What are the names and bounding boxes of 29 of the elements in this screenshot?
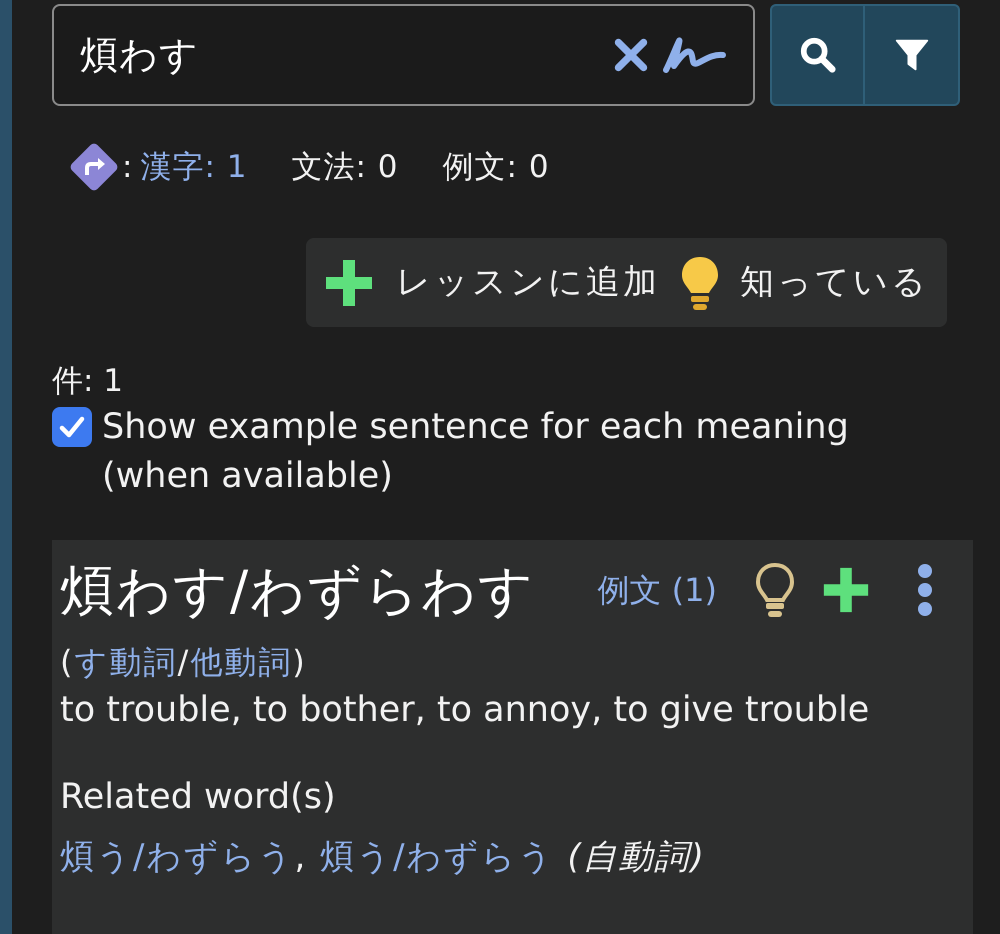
entry-title: 煩わす/わずらわす	[60, 558, 536, 624]
part-of-speech-link[interactable]: 他動詞	[190, 642, 292, 682]
definition-text: to trouble, to bother, to annoy, to give trouble	[60, 689, 870, 732]
option-label: Show example sentence for each meaning (when available)	[102, 406, 850, 498]
clear-icon[interactable]	[613, 37, 649, 73]
search-field[interactable]: 煩わす	[52, 4, 755, 106]
related-heading: Related word(s)	[60, 776, 336, 819]
add-to-lesson-button[interactable]: レッスンに追加	[322, 256, 660, 310]
handwriting-icon[interactable]	[661, 35, 727, 75]
related-word-link[interactable]: 煩う/わずらう	[320, 835, 555, 879]
search-button[interactable]	[770, 4, 865, 106]
count-link[interactable]: 漢字: 1	[140, 144, 248, 190]
part-of-speech-text: (す動詞/他動詞)	[60, 642, 307, 682]
result-count: 件: 1	[52, 363, 124, 399]
more-icon[interactable]	[915, 563, 935, 617]
separator-text: :	[122, 148, 132, 187]
known-button[interactable]: 知っている	[680, 254, 929, 310]
related-word-link[interactable]: 煩う/わずらう	[60, 835, 294, 879]
related-words-text: 煩う/わずらう, 煩う/わずらう (自動詞)	[60, 835, 706, 879]
count-label: 例文: 0	[442, 148, 550, 187]
filter-button[interactable]	[865, 4, 960, 106]
part-of-speech-link[interactable]: す動詞	[74, 642, 178, 682]
lightbulb-outline-icon[interactable]	[755, 562, 795, 618]
search-icon	[798, 36, 836, 74]
lightbulb-icon	[680, 254, 720, 310]
filter-icon	[894, 37, 930, 73]
checkbox[interactable]	[52, 407, 92, 447]
count-label: 文法: 0	[291, 148, 399, 187]
examples-link[interactable]: 例文 (1)	[598, 566, 717, 614]
